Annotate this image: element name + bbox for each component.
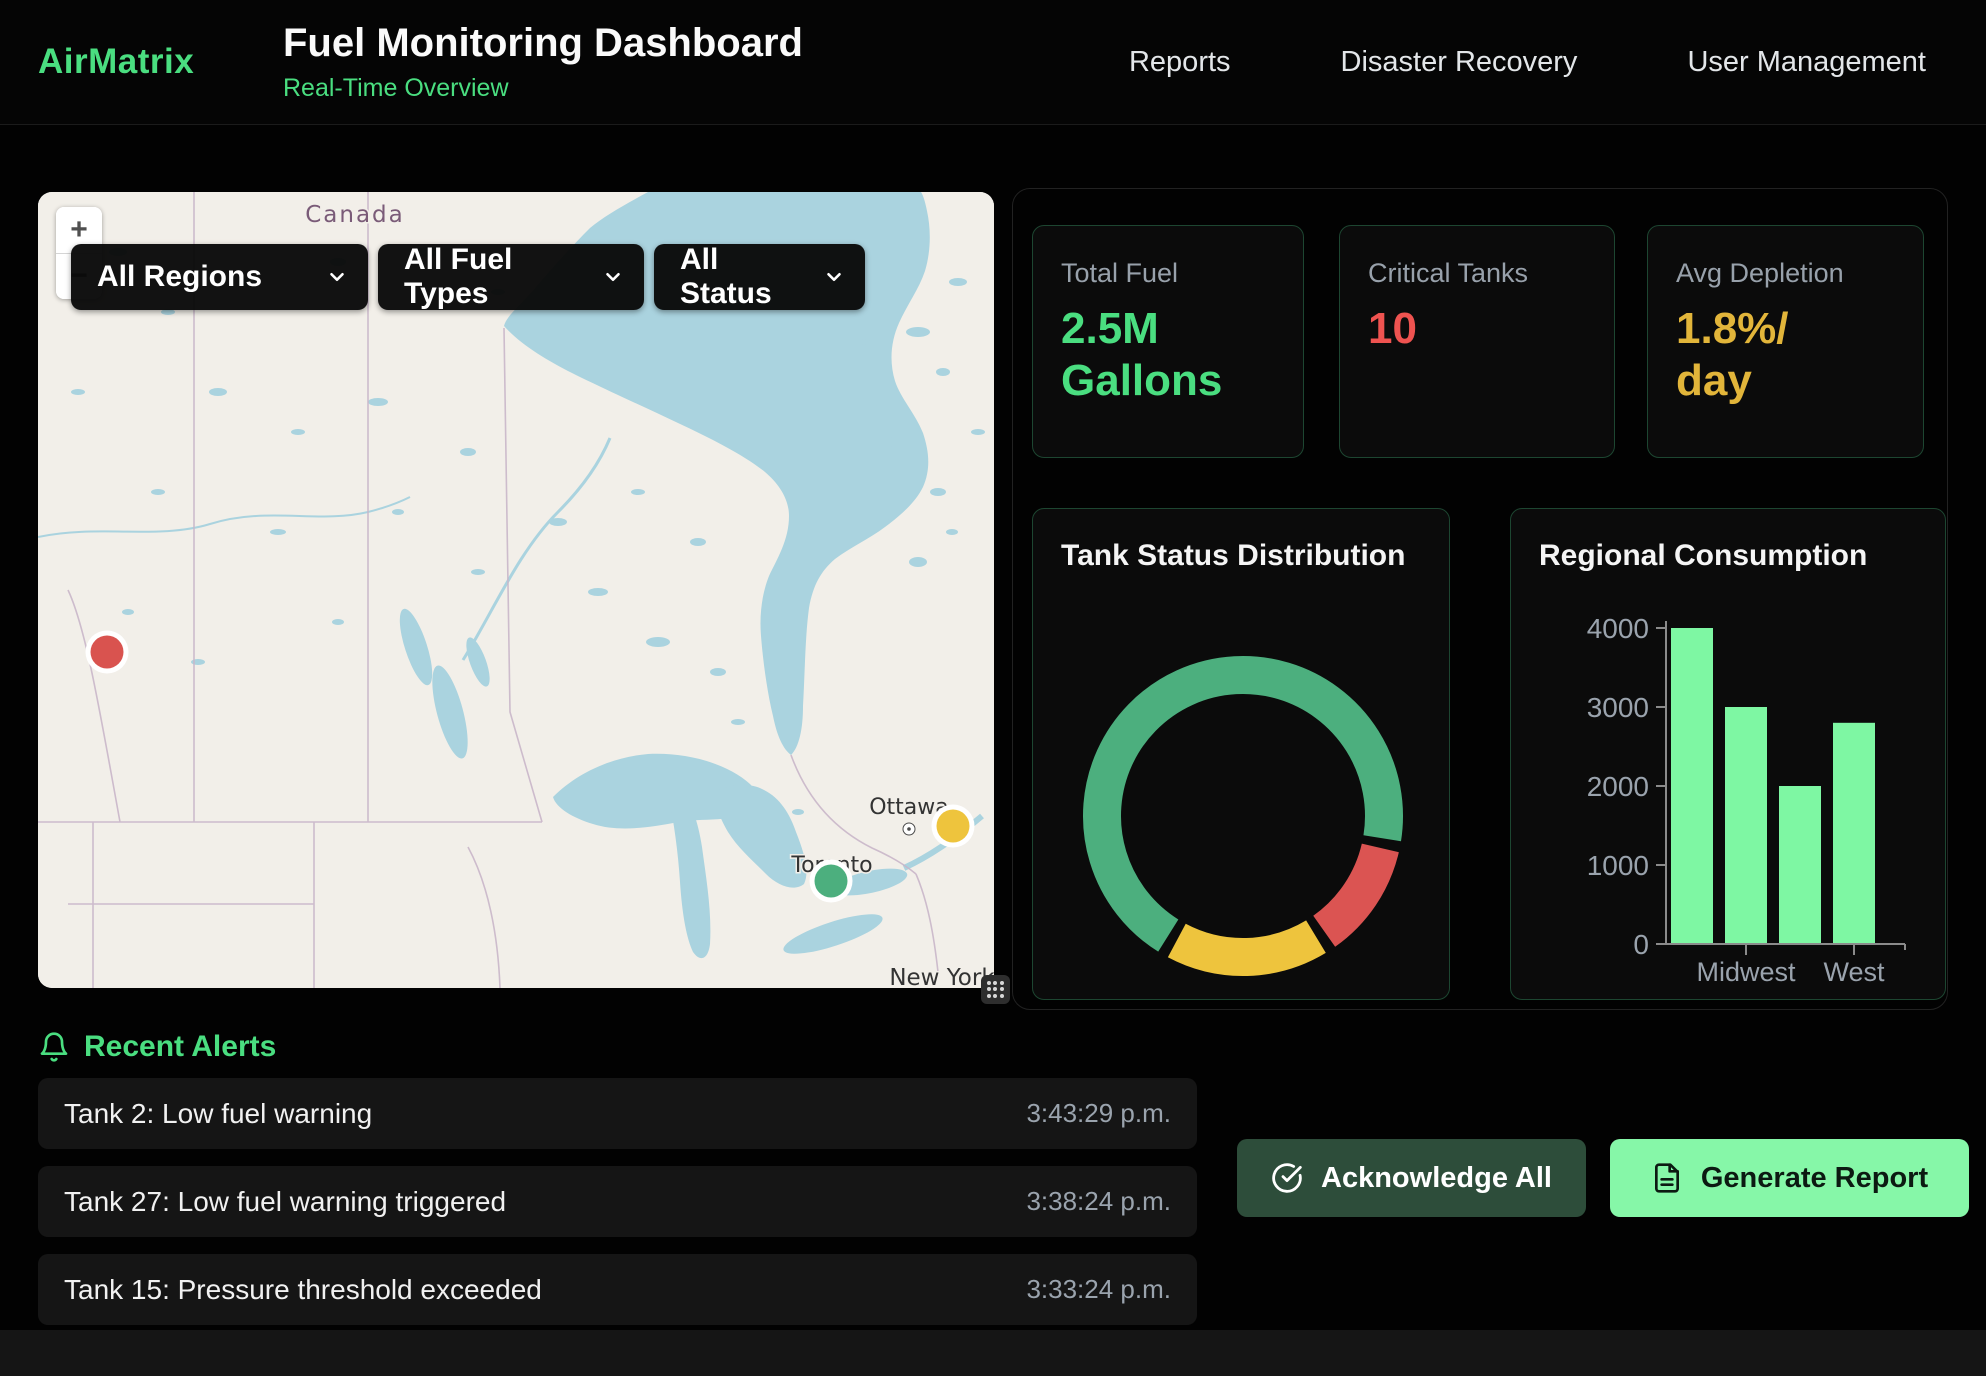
kpi-label: Avg Depletion [1676,258,1895,289]
status-filter-dropdown[interactable]: All Status [654,244,865,310]
svg-text:Midwest: Midwest [1696,957,1796,987]
alert-row[interactable]: Tank 2: Low fuel warning 3:43:29 p.m. [38,1078,1197,1149]
alert-text: Tank 15: Pressure threshold exceeded [64,1274,542,1306]
map-panel[interactable]: Canada Ottawa Toronto New York + − All R… [38,192,994,988]
svg-text:4000: 4000 [1587,613,1649,644]
map-resize-handle[interactable] [981,975,1010,1004]
regional-consumption-card: Regional Consumption 01000200030004000Mi… [1510,508,1946,1000]
alert-time: 3:33:24 p.m. [1026,1274,1171,1305]
bar-1[interactable] [1725,707,1767,944]
map-label-new-york: New York [889,965,994,988]
generate-report-button[interactable]: Generate Report [1610,1139,1969,1217]
alert-text: Tank 2: Low fuel warning [64,1098,372,1130]
nav-reports[interactable]: Reports [1129,46,1231,79]
tank-marker-normal[interactable] [810,860,853,903]
bar-0[interactable] [1671,628,1713,944]
fuel-type-filter-value: All Fuel Types [404,243,588,311]
chevron-down-icon [823,266,845,288]
map-filters: All Regions All Fuel Types All Status [71,244,865,310]
fuel-type-filter-dropdown[interactable]: All Fuel Types [378,244,644,310]
bottom-strip [0,1330,1986,1376]
tank-marker-warning[interactable] [932,805,975,848]
region-filter-dropdown[interactable]: All Regions [71,244,368,310]
kpi-value: 10 [1368,303,1586,355]
kpi-avg-depletion: Avg Depletion 1.8%/day [1647,225,1924,458]
brand-logo[interactable]: AirMatrix [38,42,194,82]
alert-text: Tank 27: Low fuel warning triggered [64,1186,506,1218]
kpi-label: Total Fuel [1061,258,1275,289]
alert-row[interactable]: Tank 27: Low fuel warning triggered 3:38… [38,1166,1197,1237]
bell-icon [38,1031,70,1063]
region-filter-value: All Regions [97,260,262,294]
bar-2[interactable] [1779,786,1821,944]
kpi-value: 1.8%/day [1676,303,1804,407]
header: AirMatrix Fuel Monitoring Dashboard Real… [0,0,1986,125]
tank-marker-critical[interactable] [86,631,129,674]
nav-disaster-recovery[interactable]: Disaster Recovery [1341,46,1578,79]
title-block: Fuel Monitoring Dashboard Real-Time Over… [283,21,803,103]
tank-status-card: Tank Status Distribution [1032,508,1450,1000]
bar-3[interactable] [1833,723,1875,944]
generate-report-label: Generate Report [1701,1162,1928,1195]
kpi-total-fuel: Total Fuel 2.5M Gallons [1032,225,1304,458]
kpi-critical-tanks: Critical Tanks 10 [1339,225,1615,458]
alert-time: 3:38:24 p.m. [1026,1186,1171,1217]
page-subtitle: Real-Time Overview [283,74,803,103]
svg-text:3000: 3000 [1587,692,1649,723]
kpi-label: Critical Tanks [1368,258,1586,289]
svg-text:0: 0 [1633,929,1649,960]
nav-user-management[interactable]: User Management [1687,46,1926,79]
svg-text:1000: 1000 [1587,850,1649,881]
map-canvas[interactable]: Canada Ottawa Toronto New York [38,192,994,988]
map-label-canada: Canada [305,202,405,228]
alert-time: 3:43:29 p.m. [1026,1098,1171,1129]
donut-segment-critical[interactable] [1324,848,1380,931]
acknowledge-all-button[interactable]: Acknowledge All [1237,1139,1586,1217]
chevron-down-icon [602,266,624,288]
alerts-header: Recent Alerts [38,1030,276,1064]
status-filter-value: All Status [680,243,809,311]
file-text-icon [1651,1162,1683,1194]
page-title: Fuel Monitoring Dashboard [283,21,803,65]
alerts-heading: Recent Alerts [84,1030,276,1064]
regional-consumption-bar-chart: 0 1000 2000 3000 4000 Midwest West [1511,509,1947,1001]
kpi-value: 2.5M Gallons [1061,303,1275,407]
top-nav: Reports Disaster Recovery User Managemen… [1129,0,1926,124]
app-root: AirMatrix Fuel Monitoring Dashboard Real… [0,0,1986,1376]
acknowledge-all-label: Acknowledge All [1321,1162,1552,1195]
donut-segment-warning[interactable] [1177,937,1316,957]
tank-status-donut-chart [1033,509,1451,1001]
alert-row[interactable]: Tank 15: Pressure threshold exceeded 3:3… [38,1254,1197,1325]
check-circle-icon [1271,1162,1303,1194]
svg-text:West: West [1823,957,1885,987]
svg-text:2000: 2000 [1587,771,1649,802]
chevron-down-icon [326,266,348,288]
